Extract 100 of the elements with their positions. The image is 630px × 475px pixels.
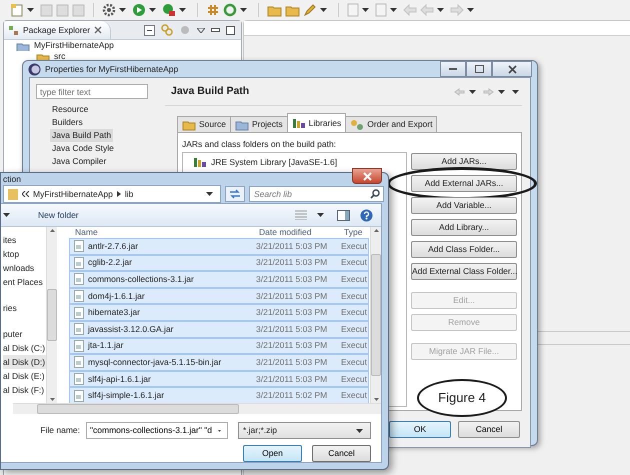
grid-icon[interactable] [206,3,220,17]
maximize-button[interactable] [466,61,492,77]
view-menu-icon[interactable] [197,28,205,32]
file-row[interactable]: slf4j-simple-1.6.1.jar 3/21/2011 5:02 PM Execut [69,387,369,404]
file-row[interactable]: antlr-2.7.6.jar 3/21/2011 5:03 PM Execut [69,238,369,255]
jar-file-icon [74,306,84,319]
category-item[interactable]: Resource [50,103,90,116]
link-icon[interactable] [161,24,173,36]
file-row[interactable]: cglib-2.2.jar 3/21/2011 5:03 PM Execut [69,254,369,272]
preview-pane-icon[interactable] [337,210,350,220]
minimize-icon[interactable] [211,28,220,32]
dialog-button[interactable]: OK [389,420,451,438]
nav-item[interactable]: ites [3,233,46,247]
action-button[interactable]: Add Variable... [411,197,517,214]
column-header[interactable]: Date modified [259,227,344,238]
scroll-up-icon[interactable] [50,229,54,232]
nav-item[interactable]: al Disk (F:) [3,383,46,397]
file-row[interactable]: jta-1.1.jar 3/21/2011 5:03 PM Execut [69,338,369,354]
action-button[interactable]: Add External JARs... [411,175,517,192]
nav-item[interactable]: al Disk (C:) [3,341,46,355]
scrollbar[interactable] [46,227,57,403]
type-cell: Execut [341,390,367,402]
tab[interactable]: Projects [230,116,288,132]
scroll-up-icon[interactable] [374,229,378,232]
tab[interactable]: Libraries [286,113,346,132]
file-name: slf4j-simple-1.6.1.jar [88,390,164,402]
nav-item[interactable]: ries [3,301,46,315]
nav-item[interactable]: ent Places [3,275,46,289]
refresh-button[interactable] [225,186,245,202]
file-name: mysql-connector-java-5.1.15-bin.jar [88,356,222,368]
category-item[interactable]: Builders [50,116,85,129]
action-button[interactable]: Add JARs... [411,153,517,170]
folder-icon[interactable] [285,4,300,16]
scrollbar[interactable] [370,227,381,403]
file-row[interactable]: hibernate3.jar 3/21/2011 5:03 PM Execut [69,304,369,321]
scroll-down-icon[interactable] [374,398,378,401]
category-item[interactable]: Java Compiler [50,155,108,168]
file-row[interactable]: commons-collections-3.1.jar 3/21/2011 5:03 PM Execut [69,271,369,288]
close-button[interactable] [492,61,532,77]
address-bar[interactable]: MyFirstHibernateApp lib [3,185,221,203]
type-cell: Execut [341,356,367,368]
file-name-field[interactable]: "commons-collections-3.1.jar" "d [86,422,228,439]
scroll-down-icon[interactable] [50,398,54,401]
caret-icon [3,213,10,217]
tree-item[interactable]: MyFirstHibernateApp [34,40,114,51]
nav-item[interactable]: wnloads [3,261,46,275]
maximize-icon [474,65,484,73]
column-header[interactable]: Name [75,227,259,238]
file-row[interactable]: mysql-connector-java-5.1.15-bin.jar 3/21/2011 5:03 PM Execut [69,354,369,371]
run-stop-icon[interactable] [162,3,176,17]
gear-icon[interactable] [102,3,116,17]
double-chevron-icon [22,191,29,197]
search-icon [370,189,380,199]
date-cell: 3/21/2011 5:03 PM [256,307,328,318]
list-view-icon[interactable] [295,210,307,220]
file-row[interactable]: slf4j-api-1.6.1.jar 3/21/2011 5:03 PM Execut [69,370,369,388]
minimize-button[interactable] [440,61,466,77]
type-cell: Execut [341,240,367,252]
path-segment[interactable]: MyFirstHibernateApp [33,188,113,200]
library-item[interactable]: JRE System Library [JavaSE-1.6] [211,156,338,168]
nav-item[interactable]: al Disk (D:) [3,355,46,369]
category-item[interactable]: Java Build Path [50,129,114,142]
nav-item[interactable]: al Disk (E:) [3,369,46,383]
close-icon[interactable] [94,26,102,34]
view-tab[interactable]: Package Explorer [4,21,112,39]
maximize-icon[interactable] [226,26,235,34]
type-cell: Execut [341,257,367,268]
action-button[interactable]: Add Library... [411,219,517,236]
filter-field[interactable]: type filter text [36,84,148,99]
dialog-button[interactable]: Cancel [312,445,371,462]
file-name: jta-1.1.jar [88,340,124,352]
tab[interactable]: Order and Export [345,116,438,132]
file-row[interactable]: javassist-3.12.0.GA.jar 3/21/2011 5:03 PM Execut [69,320,369,338]
tab[interactable]: Source [177,116,231,132]
play-icon[interactable] [132,3,146,17]
file-name: dom4j-1.6.1.jar [88,290,145,302]
file-type-dropdown[interactable]: *.jar;*.zip [238,422,371,439]
new-file-icon[interactable] [10,3,24,17]
action-button[interactable]: Add Class Folder... [411,241,517,258]
horizontal-scrollbar[interactable] [13,403,381,414]
nav-item[interactable]: ktop [3,247,46,261]
date-cell: 3/21/2011 5:03 PM [256,257,328,268]
nav-item[interactable]: puter [3,327,46,341]
action-button[interactable]: Add External Class Folder... [411,263,517,280]
jar-file-icon [74,240,84,252]
folder-icon[interactable] [267,4,282,16]
category-item[interactable]: Java Code Style [50,142,116,155]
new-folder-button[interactable]: New folder [35,208,82,222]
help-icon[interactable] [360,208,373,222]
path-segment[interactable]: lib [124,188,134,200]
dialog-title: ction [3,174,21,184]
collapse-icon[interactable] [144,24,155,36]
close-button[interactable] [352,168,382,184]
search-field[interactable]: Search lib [249,186,384,202]
column-header[interactable]: Type [344,227,370,238]
file-row[interactable]: dom4j-1.6.1.jar 3/21/2011 5:03 PM Execut [69,288,369,304]
dialog-button[interactable]: Open [243,445,302,462]
pencil-icon[interactable] [303,3,317,17]
tree-item[interactable]: src [54,51,66,62]
dialog-button[interactable]: Cancel [458,420,520,438]
